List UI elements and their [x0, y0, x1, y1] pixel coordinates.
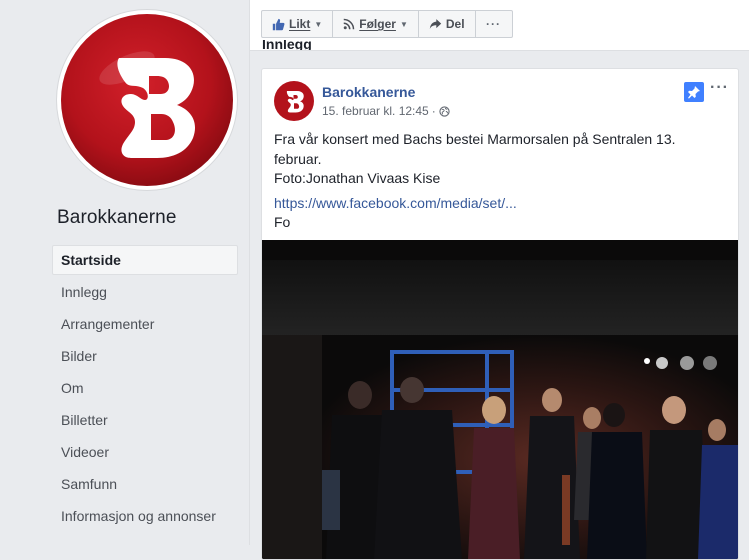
follow-button-label: Følger	[359, 17, 396, 31]
concert-photo-icon	[262, 240, 738, 559]
share-button[interactable]: Del	[419, 11, 476, 37]
post-photo[interactable]	[262, 240, 738, 559]
post-text-line: Fo	[274, 214, 291, 230]
sidebar-item-informasjon-og-annonser[interactable]: Informasjon og annonser	[52, 501, 238, 533]
post-body: Fra vår konsert med Bachs bestei Marmors…	[274, 130, 724, 233]
barokkanerne-logo-icon	[61, 14, 233, 186]
section-heading: Innlegg	[262, 40, 312, 50]
more-options-button[interactable]: ···	[476, 11, 512, 37]
post-text-line: Foto:Jonathan Vivaas Kise	[274, 170, 441, 186]
section-heading-text: Innlegg	[262, 40, 312, 50]
chevron-down-icon: ▼	[314, 19, 323, 29]
page-action-buttons: Likt ▼ Følger ▼ Del ···	[261, 10, 513, 38]
post-timestamp[interactable]: 15. februar kl. 12:45	[322, 104, 429, 118]
globe-icon[interactable]	[439, 105, 450, 117]
left-column: Barokkanerne Startside Innlegg Arrangeme…	[0, 0, 250, 545]
thumbs-up-icon	[272, 18, 285, 30]
sidebar-item-om[interactable]: Om	[52, 373, 238, 405]
sidebar-item-arrangementer[interactable]: Arrangementer	[52, 309, 238, 341]
sidebar-item-billetter[interactable]: Billetter	[52, 405, 238, 437]
post-card: Barokkanerne 15. februar kl. 12:45 · ···…	[261, 68, 739, 560]
sidebar-item-videoer[interactable]: Videoer	[52, 437, 238, 469]
post-author[interactable]: Barokkanerne	[322, 84, 415, 100]
profile-picture[interactable]	[57, 10, 237, 190]
post-text-line: Fra vår konsert med Bachs bestei Marmors…	[274, 131, 676, 167]
post-avatar[interactable]	[274, 81, 314, 121]
chevron-down-icon: ▼	[399, 19, 408, 29]
share-arrow-icon	[429, 19, 442, 29]
post-meta: 15. februar kl. 12:45 ·	[322, 104, 450, 118]
post-link[interactable]: https://www.facebook.com/media/set/...	[274, 195, 517, 211]
sidebar-item-innlegg[interactable]: Innlegg	[52, 277, 238, 309]
sidebar-item-samfunn[interactable]: Samfunn	[52, 469, 238, 501]
share-button-label: Del	[445, 17, 465, 31]
meta-separator: ·	[431, 104, 436, 118]
rss-icon	[343, 18, 355, 30]
sidebar-nav: Startside Innlegg Arrangementer Bilder O…	[52, 245, 238, 533]
sidebar-item-bilder[interactable]: Bilder	[52, 341, 238, 373]
more-icon: ···	[486, 17, 502, 31]
pin-icon	[684, 82, 704, 102]
page-title[interactable]: Barokkanerne	[57, 207, 177, 229]
sidebar-item-startside[interactable]: Startside	[52, 245, 238, 275]
page-action-bar: Likt ▼ Følger ▼ Del ···	[250, 0, 749, 51]
like-button[interactable]: Likt ▼	[262, 11, 334, 37]
like-button-label: Likt	[289, 17, 311, 31]
follow-button[interactable]: Følger ▼	[333, 11, 419, 37]
post-options-button[interactable]: ···	[710, 79, 729, 97]
